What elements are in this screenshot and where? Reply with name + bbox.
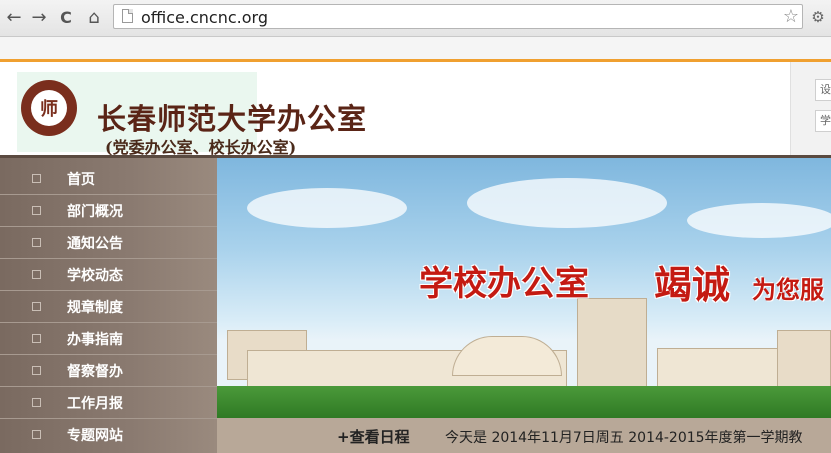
browser-toolbar: ← → C ⌂ office.cncnc.org ☆ ⚙ [0,0,831,37]
sidebar-item-supervision[interactable]: 督察督办 [0,356,217,387]
banner-slogan-main: 学校办公室 [419,264,589,304]
sidebar-item-label: 部门概况 [67,204,123,220]
header-right-box-1[interactable]: 设 [815,79,831,101]
bullet-square-icon [32,430,41,439]
bookmark-star-icon[interactable]: ☆ [783,6,799,27]
bullet-square-icon [32,398,41,407]
sidebar-menu: 首页 部门概况 通知公告 学校动态 规章制度 办事指南 督察督办 工作月报 专题… [0,158,217,453]
sidebar-item-monthly-report[interactable]: 工作月报 [0,388,217,419]
bullet-square-icon [32,174,41,183]
forward-icon[interactable]: → [28,6,50,28]
sidebar-item-news[interactable]: 学校动态 [0,260,217,291]
site-header: 师 长春师范大学办公室 (党委办公室、校长办公室) [0,62,790,157]
cloud [467,178,667,228]
back-icon[interactable]: ← [3,6,25,28]
logo-block[interactable]: 师 长春师范大学办公室 (党委办公室、校长办公室) [17,72,366,157]
header-right-box-2[interactable]: 学 [815,110,831,132]
bullet-square-icon [32,334,41,343]
sidebar-item-label: 学校动态 [67,268,123,284]
sidebar-item-label: 规章制度 [67,300,123,316]
info-bar: +查看日程 今天是 2014年11月7日周五 2014-2015年度第一学期教 [217,418,831,453]
building-tower [577,298,647,388]
hero-banner: 学校办公室 竭诚 为您服 [217,158,831,418]
bullet-square-icon [32,238,41,247]
reload-icon[interactable]: C [55,6,77,28]
building [777,330,831,388]
view-schedule-link[interactable]: +查看日程 [337,426,410,447]
top-band [0,37,831,59]
bullet-square-icon [32,302,41,311]
page-icon [122,9,133,23]
sidebar-item-label: 工作月报 [67,396,123,412]
sidebar-item-label: 通知公告 [67,236,123,252]
bullet-square-icon [32,206,41,215]
address-bar[interactable]: office.cncnc.org ☆ [113,4,803,29]
sidebar-item-notices[interactable]: 通知公告 [0,228,217,259]
sports-field [217,386,831,418]
building-dome [452,336,562,376]
sidebar-item-guide[interactable]: 办事指南 [0,324,217,355]
bullet-square-icon [32,366,41,375]
site-title: 长春师范大学办公室 [97,102,368,136]
today-date-text: 今天是 2014年11月7日周五 2014-2015年度第一学期教 [445,430,803,446]
settings-icon[interactable]: ⚙ [808,7,828,27]
sidebar-item-label: 办事指南 [67,332,123,348]
sidebar-item-label: 专题网站 [67,428,123,444]
cloud [687,203,831,238]
sidebar-item-topics[interactable]: 专题网站 [0,420,217,451]
sidebar-item-label: 督察督办 [67,364,123,380]
sidebar-item-rules[interactable]: 规章制度 [0,292,217,323]
banner-slogan-emphasis: 竭诚 [654,262,731,307]
cloud [247,188,407,228]
bullet-square-icon [32,270,41,279]
sidebar-item-about[interactable]: 部门概况 [0,196,217,227]
university-seal-icon: 师 [21,80,77,136]
home-icon[interactable]: ⌂ [83,6,105,28]
url-text[interactable]: office.cncnc.org [141,8,268,27]
sidebar-item-home[interactable]: 首页 [0,164,217,195]
banner-slogan-tail: 为您服 [752,275,824,304]
header-right-panel: 设 学 [790,62,831,156]
sidebar-item-label: 首页 [67,172,95,188]
